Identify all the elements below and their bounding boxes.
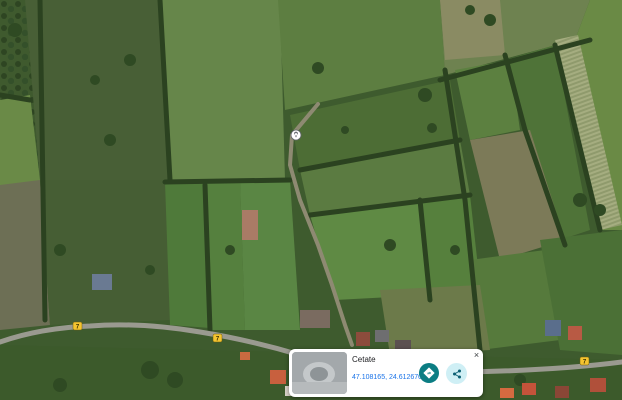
place-coordinates[interactable]: 47.108165, 24.612670 xyxy=(352,374,422,381)
directions-icon xyxy=(423,367,435,379)
share-button[interactable] xyxy=(446,363,467,384)
place-card[interactable]: Cetate 47.108165, 24.612670 × xyxy=(289,349,483,397)
directions-button[interactable] xyxy=(419,363,439,383)
road-badge-3: 7 xyxy=(579,356,590,365)
location-pin-icon[interactable] xyxy=(290,129,302,141)
close-button[interactable]: × xyxy=(472,351,481,360)
place-thumbnail[interactable] xyxy=(292,352,347,394)
road-badge-1: 7 xyxy=(72,321,83,330)
place-title: Cetate xyxy=(352,355,376,364)
share-icon xyxy=(452,369,461,378)
road-badge-2: 7 xyxy=(212,333,223,342)
place-photo xyxy=(292,352,347,394)
satellite-map[interactable]: 7 7 7 xyxy=(0,0,622,400)
